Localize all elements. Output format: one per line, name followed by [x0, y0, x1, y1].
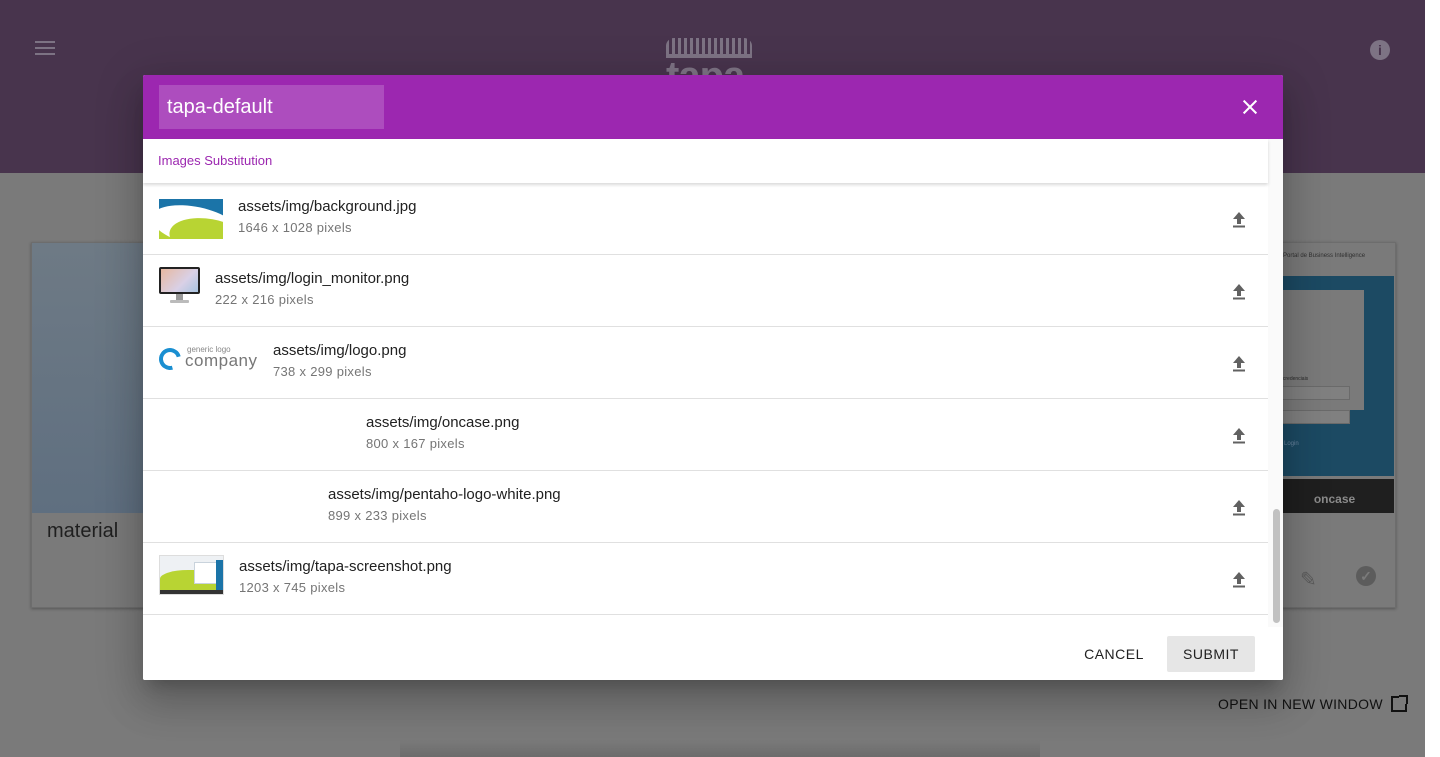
list-item: assets/img/pentaho-logo-white.png 899 x … — [143, 471, 1268, 543]
screenshot-thumbnail — [159, 555, 224, 595]
image-list: assets/img/background.jpg 1646 x 1028 pi… — [143, 183, 1268, 627]
card-title: material — [47, 520, 119, 542]
upload-icon[interactable] — [1229, 209, 1249, 229]
check-circle-icon[interactable]: ✓ — [1356, 566, 1376, 586]
theme-name-input[interactable] — [159, 85, 384, 129]
open-in-new-window-label: OPEN IN NEW WINDOW — [1218, 696, 1383, 712]
image-name: assets/img/tapa-screenshot.png — [239, 558, 452, 575]
menu-icon[interactable] — [35, 41, 55, 59]
logo-big-text: company — [185, 351, 258, 370]
image-size: 1646 x 1028 pixels — [238, 220, 352, 235]
upload-icon[interactable] — [1229, 497, 1249, 517]
info-icon[interactable]: i — [1370, 40, 1390, 60]
image-size: 738 x 299 pixels — [273, 364, 372, 379]
image-name: assets/img/logo.png — [273, 342, 407, 359]
upload-icon[interactable] — [1229, 569, 1249, 589]
monitor-thumbnail — [159, 267, 200, 305]
dialog-tabbar: Images Substitution — [143, 139, 1268, 183]
list-item: assets/img/background.jpg 1646 x 1028 pi… — [143, 183, 1268, 255]
preview-login-button: Login — [1281, 437, 1348, 451]
submit-button[interactable]: SUBMIT — [1167, 636, 1255, 672]
card-preview-image — [32, 243, 147, 513]
image-size: 222 x 216 pixels — [215, 292, 314, 307]
image-size: 899 x 233 pixels — [328, 508, 427, 523]
preview-header-text: Portal de Business Intelligence — [1275, 243, 1394, 271]
list-item: assets/img/tapa-screenshot.png 1203 x 74… — [143, 543, 1268, 615]
upload-icon[interactable] — [1229, 353, 1249, 373]
theme-dialog: Images Substitution assets/img/backgroun… — [143, 75, 1283, 680]
list-item: generic logo company assets/img/logo.png… — [143, 327, 1268, 399]
image-size: 800 x 167 pixels — [366, 436, 465, 451]
open-in-new-icon — [1390, 695, 1408, 712]
pentaho-thumbnail-white — [159, 485, 311, 525]
upload-icon[interactable] — [1229, 425, 1249, 445]
image-name: assets/img/background.jpg — [238, 198, 417, 215]
open-in-new-window-button[interactable]: OPEN IN NEW WINDOW — [1218, 695, 1408, 712]
brand-logo: tapa — [664, 38, 754, 96]
page-scrollbar[interactable] — [1425, 0, 1440, 757]
image-name: assets/img/pentaho-logo-white.png — [328, 486, 561, 503]
list-item: assets/img/login_monitor.png 222 x 216 p… — [143, 255, 1268, 327]
list-item: assets/img/oncase.png 800 x 167 pixels — [143, 399, 1268, 471]
image-size: 1203 x 745 pixels — [239, 580, 346, 595]
cancel-button[interactable]: CANCEL — [1075, 636, 1153, 672]
tab-images-substitution[interactable]: Images Substitution — [158, 153, 272, 168]
oncase-thumbnail-white — [159, 413, 349, 453]
upload-icon[interactable] — [1229, 281, 1249, 301]
pencil-icon[interactable]: ✎ — [1300, 567, 1320, 591]
dialog-actions: CANCEL SUBMIT — [143, 627, 1283, 680]
dialog-header — [143, 75, 1283, 139]
image-name: assets/img/login_monitor.png — [215, 270, 410, 287]
list-scrollbar-thumb[interactable] — [1273, 509, 1280, 623]
preview-footer-logo: oncase — [1275, 479, 1394, 513]
theme-preview-image: Portal de Business Intelligence s creden… — [1275, 243, 1394, 513]
close-icon[interactable] — [1238, 95, 1262, 119]
image-name: assets/img/oncase.png — [366, 414, 520, 431]
company-logo-thumbnail: generic logo company — [154, 343, 259, 375]
background-thumbnail — [159, 199, 223, 239]
preview-field-label: s credenciais — [1279, 376, 1309, 382]
